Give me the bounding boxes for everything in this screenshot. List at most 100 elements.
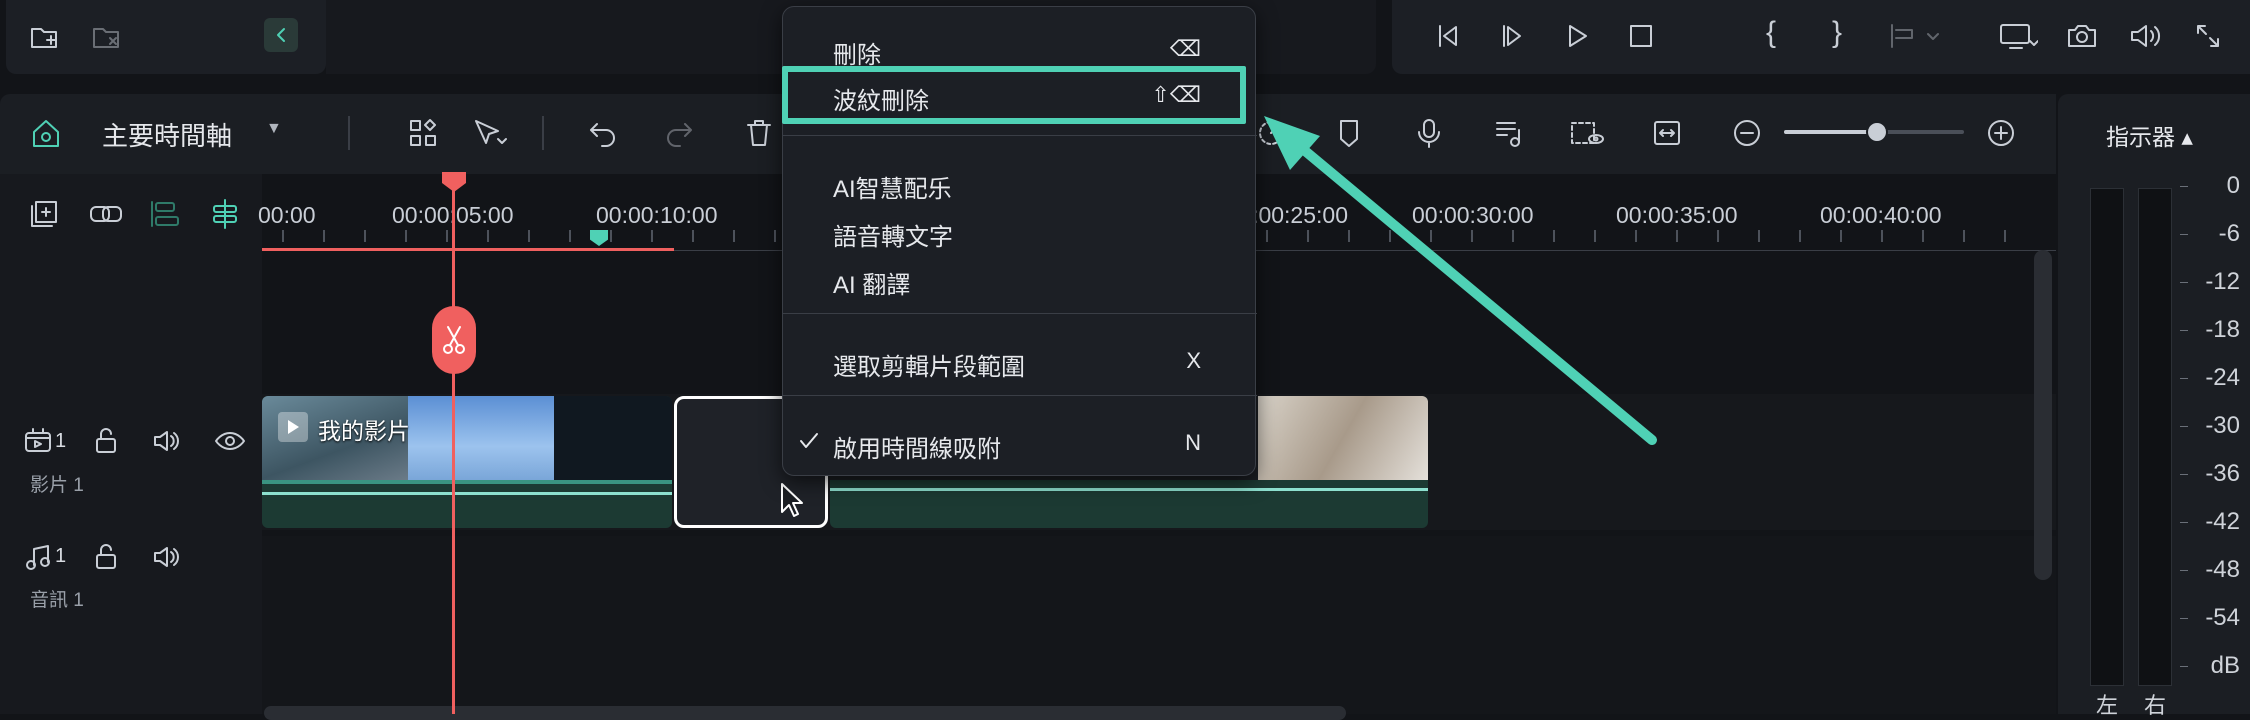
- clip-play-icon: [278, 412, 308, 442]
- video-track-name: 影片 1: [30, 475, 84, 496]
- meter-scale-tick: [2180, 426, 2188, 427]
- ruler-tick: [405, 230, 407, 242]
- zoom-slider-handle[interactable]: [1866, 121, 1888, 143]
- video-track-icon: [22, 426, 54, 456]
- home-icon[interactable]: [26, 114, 66, 154]
- menu-item-label: 語音轉文字: [833, 224, 953, 251]
- grid-icon[interactable]: [404, 114, 442, 152]
- menu-item-select-range[interactable]: 選取剪輯片段範圍 X: [783, 337, 1257, 383]
- video-clip[interactable]: 我的影片: [262, 396, 672, 528]
- menu-item-label: 刪除: [833, 42, 881, 69]
- ruler-label: 00:00: [258, 202, 316, 228]
- collapse-left-icon[interactable]: [264, 18, 298, 52]
- delete-folder-icon[interactable]: [90, 20, 124, 54]
- zoom-out-icon[interactable]: [1728, 114, 1766, 152]
- menu-item-shortcut: X: [1186, 348, 1201, 373]
- ruler-tick: [733, 230, 735, 242]
- ruler-tick: [446, 230, 448, 242]
- meter-scale-label: -18: [2205, 316, 2240, 343]
- menu-item-label: AI 翻譯: [833, 272, 911, 299]
- fullscreen-icon[interactable]: [2190, 18, 2226, 54]
- snap-icon[interactable]: [206, 196, 244, 232]
- meter-scale-label: -24: [2205, 364, 2240, 391]
- menu-item-delete[interactable]: 刪除 ⌫: [783, 25, 1257, 71]
- meter-scale-label: dB: [2210, 652, 2240, 679]
- highlight-box: [782, 66, 1246, 124]
- menu-separator: [783, 135, 1257, 136]
- menu-item-ai-translate[interactable]: AI 翻譯: [783, 255, 1257, 301]
- meter-bar-right: [2138, 188, 2172, 686]
- meter-scale-tick: [2180, 234, 2188, 235]
- next-frame-icon[interactable]: [1496, 18, 1530, 54]
- mark-out-icon[interactable]: }: [1832, 16, 1842, 50]
- redo-icon[interactable]: [660, 114, 698, 152]
- scissors-icon[interactable]: [432, 306, 476, 374]
- cursor-icon: [778, 480, 806, 520]
- meter-scale-tick: [2180, 618, 2188, 619]
- ruler-tick: [528, 230, 530, 242]
- meter-scale-label: -30: [2205, 412, 2240, 439]
- audio-speaker-icon[interactable]: [150, 542, 182, 572]
- audio-lock-icon[interactable]: [90, 542, 122, 572]
- snapshot-icon[interactable]: [2064, 18, 2100, 54]
- display-icon[interactable]: [1996, 18, 2040, 54]
- ruler-tick: [487, 230, 489, 242]
- stop-icon[interactable]: [1624, 18, 1658, 54]
- meter-scale-label: -12: [2205, 268, 2240, 295]
- annotation-arrow: [1264, 116, 1657, 445]
- dropdown-icon[interactable]: ▼: [266, 120, 282, 138]
- meter-scale-label: -36: [2205, 460, 2240, 487]
- mark-in-icon[interactable]: {: [1766, 16, 1776, 50]
- meter-scale-tick: [2180, 330, 2188, 331]
- ruler-tick: [1922, 230, 1924, 242]
- insert-icon[interactable]: [1886, 18, 1946, 54]
- menu-item-ai-music[interactable]: AI智慧配乐: [783, 159, 1257, 205]
- prev-frame-icon[interactable]: [1430, 18, 1464, 54]
- toolbar-divider: [348, 116, 350, 150]
- new-folder-icon[interactable]: [28, 20, 62, 54]
- lock-icon[interactable]: [90, 426, 122, 456]
- select-tool-icon[interactable]: [470, 114, 510, 152]
- timeline-name[interactable]: 主要時間軸: [102, 116, 232, 153]
- zoom-in-icon[interactable]: [1982, 114, 2020, 152]
- undo-icon[interactable]: [584, 114, 622, 152]
- meter-scale-tick: [2180, 378, 2188, 379]
- vertical-scrollbar[interactable]: [2034, 250, 2052, 580]
- add-track-icon[interactable]: [26, 196, 62, 232]
- menu-separator: [783, 313, 1257, 314]
- meter-scale-label: -42: [2205, 508, 2240, 535]
- meter-scale-tick: [2180, 474, 2188, 475]
- horizontal-scrollbar[interactable]: [264, 706, 1346, 720]
- ruler-tick: [1758, 230, 1760, 242]
- link-icon[interactable]: [86, 196, 126, 232]
- menu-item-shortcut: N: [1185, 430, 1201, 455]
- meter-scale-tick: [2180, 570, 2188, 571]
- menu-item-timeline-snap[interactable]: 啟用時間線吸附 N: [783, 419, 1257, 465]
- audio-track-name: 音訊 1: [30, 590, 84, 611]
- volume-icon[interactable]: [2126, 18, 2164, 54]
- zoom-slider[interactable]: [1784, 121, 1964, 143]
- ruler-label: 00:00:10:00: [596, 202, 718, 228]
- trash-icon[interactable]: [740, 114, 778, 152]
- video-track-number: 1: [55, 430, 67, 452]
- ruler-range: [262, 248, 674, 251]
- meter-right-label: 右: [2144, 693, 2167, 718]
- ruler-tick: [1881, 230, 1883, 242]
- check-icon: [795, 427, 823, 455]
- ruler-tick: [1963, 230, 1965, 242]
- ruler-tick: [1799, 230, 1801, 242]
- meter-title[interactable]: 指示器 ▴: [2106, 118, 2193, 152]
- ruler-label: 00:00:40:00: [1820, 202, 1942, 228]
- group-icon[interactable]: [146, 196, 184, 232]
- speaker-icon[interactable]: [150, 426, 182, 456]
- play-icon[interactable]: [1560, 18, 1594, 54]
- ruler-tick: [569, 230, 571, 242]
- eye-icon[interactable]: [212, 426, 248, 456]
- meter-scale-label: 0: [2226, 172, 2240, 199]
- ruler-tick: [323, 230, 325, 242]
- toolbar-divider-2: [542, 116, 544, 150]
- playhead-line[interactable]: [452, 180, 455, 714]
- meter-scale-tick: [2180, 522, 2188, 523]
- menu-item-speech-to-text[interactable]: 語音轉文字: [783, 207, 1257, 253]
- menu-item-label: 啟用時間線吸附: [833, 436, 1001, 463]
